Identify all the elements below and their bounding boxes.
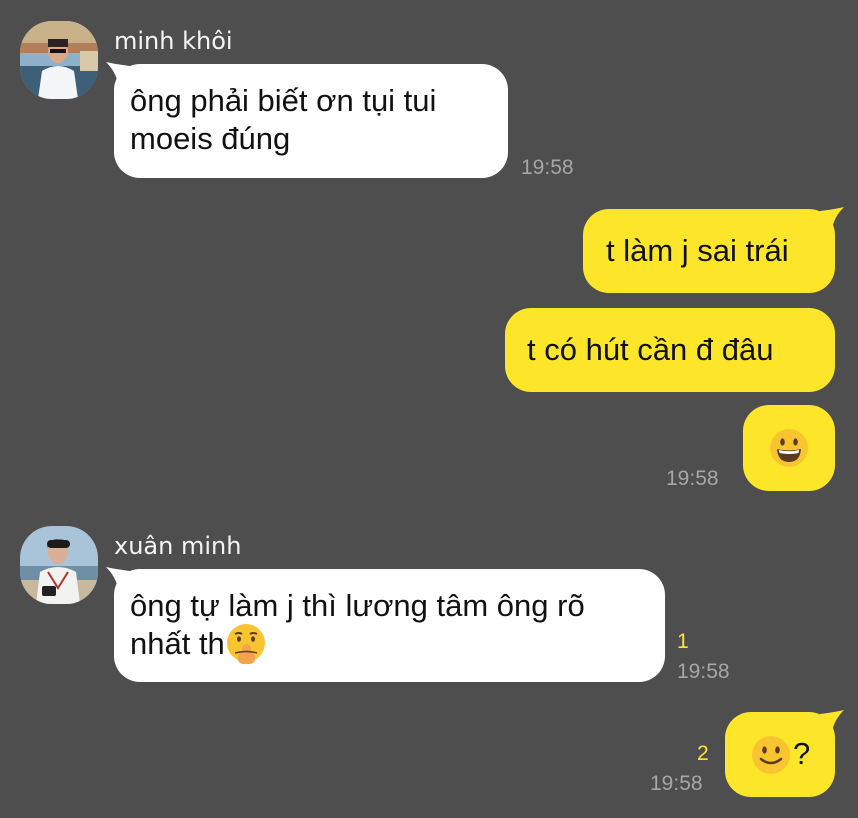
profile-photo-icon	[20, 526, 98, 604]
message-text: t có hút cần đ đâu	[527, 332, 774, 367]
avatar[interactable]	[20, 526, 98, 604]
message-text-fragment: nhất th	[130, 626, 225, 661]
message-bubble[interactable]: t có hút cần đ đâu	[505, 308, 835, 392]
message-text: t làm j sai trái	[606, 233, 789, 268]
chat-room: minh khôi ông phải biết ơn tụi tui moeis…	[0, 0, 858, 818]
sender-name: minh khôi	[114, 27, 233, 55]
unread-count: 2	[697, 742, 709, 765]
message-bubble[interactable]: ông phải biết ơn tụi tui moeis đúng	[114, 64, 508, 178]
message-timestamp: 19:58	[650, 772, 703, 795]
message-text-line: ông tự làm j thì lương tâm ông rõ	[130, 588, 585, 623]
bubble-tail	[820, 710, 844, 732]
message-timestamp: 19:58	[521, 156, 574, 179]
sender-name: xuân minh	[114, 532, 242, 560]
avatar[interactable]	[20, 21, 98, 99]
message-timestamp: 19:58	[677, 660, 730, 683]
message-bubble[interactable]: t làm j sai trái	[583, 209, 835, 293]
slightly-smiling-face-emoji	[752, 736, 790, 774]
message-text: ?	[793, 736, 811, 771]
grinning-face-emoji	[770, 429, 808, 467]
message-text-line: moeis đúng	[130, 121, 291, 156]
message-bubble[interactable]	[743, 405, 835, 491]
message-text-line: ông phải biết ơn tụi tui	[130, 83, 437, 118]
shushing-face-emoji	[226, 623, 265, 664]
unread-count: 1	[677, 630, 689, 653]
bubble-tail	[820, 207, 844, 229]
message-text-line: nhất th	[130, 623, 649, 664]
profile-photo-icon	[20, 21, 98, 99]
message-bubble[interactable]: ông tự làm j thì lương tâm ông rõ nhất t…	[114, 569, 665, 682]
message-timestamp: 19:58	[666, 467, 719, 490]
message-bubble[interactable]: ?	[725, 712, 835, 797]
